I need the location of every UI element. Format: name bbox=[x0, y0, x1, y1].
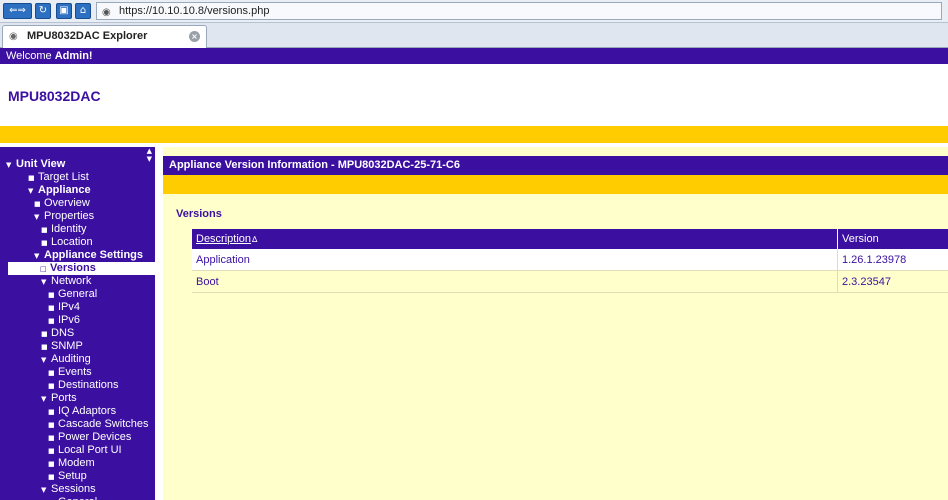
sidebar-item-iq-adaptors[interactable]: ■ IQ Adaptors bbox=[0, 405, 116, 418]
sort-ascending-icon[interactable]: ∆ bbox=[252, 235, 257, 244]
sidebar-item-dns[interactable]: ■ DNS bbox=[0, 327, 74, 340]
sidebar-item-ipv6[interactable]: ■ IPv6 bbox=[0, 314, 80, 327]
tab-close-icon[interactable]: × bbox=[189, 31, 200, 42]
sidebar-item-label: Appliance Settings bbox=[44, 249, 144, 261]
section-title: Versions bbox=[176, 208, 222, 220]
sidebar-item-label: Unit View bbox=[16, 158, 66, 170]
username: Admin! bbox=[54, 50, 93, 62]
favicon-icon: ◉ bbox=[9, 31, 18, 42]
header-band bbox=[0, 126, 948, 143]
table-row: Application 1.26.1.23978 bbox=[192, 249, 948, 271]
version-cell: 2.3.23547 bbox=[837, 270, 948, 293]
sidebar-item-auditing[interactable]: ▼ Auditing bbox=[0, 353, 91, 366]
sidebar-item-label: Identity bbox=[51, 223, 87, 235]
sidebar-item-ipv4[interactable]: ■ IPv4 bbox=[0, 301, 80, 314]
sidebar-item-label: Destinations bbox=[58, 379, 119, 391]
sidebar-item-destinations[interactable]: ■ Destinations bbox=[0, 379, 119, 392]
sidebar-item-label: SNMP bbox=[51, 340, 83, 352]
tab-strip: ◉ MPU8032DAC Explorer [Applianc... × bbox=[0, 23, 948, 63]
table-row: Boot 2.3.23547 bbox=[192, 270, 948, 293]
browser-toolbar: ⇐⇒ ↻ ▣ ⌂ ◉ https://10.10.10.8/versions.p… bbox=[0, 0, 948, 23]
sidebar-item-label: Power Devices bbox=[58, 431, 132, 443]
sidebar-item-events[interactable]: ■ Events bbox=[0, 366, 92, 379]
sidebar-item-appliance-settings[interactable]: ▼ Appliance Settings bbox=[0, 249, 143, 262]
sidebar-item-label: Overview bbox=[44, 197, 90, 209]
sidebar-item-label: Local Port UI bbox=[58, 444, 122, 456]
sidebar-item-label: IPv6 bbox=[58, 314, 81, 326]
sidebar-item-appliance[interactable]: ▼ Appliance bbox=[0, 184, 91, 197]
sidebar-item-label: DNS bbox=[51, 327, 75, 339]
sidebar-item-label: General bbox=[58, 288, 98, 300]
sidebar-item-label: Auditing bbox=[51, 353, 91, 365]
content-band bbox=[163, 175, 948, 194]
description-cell: Boot bbox=[192, 270, 838, 293]
sidebar-item-unit-view[interactable]: ▼ Unit View bbox=[0, 158, 65, 171]
content-header: Appliance Version Information - MPU8032D… bbox=[163, 156, 948, 175]
url-text: https://10.10.10.8/versions.php bbox=[119, 5, 270, 17]
sidebar-item-label: Location bbox=[51, 236, 93, 248]
back-forward-icon[interactable]: ⇐⇒ bbox=[3, 3, 32, 19]
sidebar-item-label: Target List bbox=[38, 171, 89, 183]
sidebar-item-identity[interactable]: ■ Identity bbox=[0, 223, 86, 236]
tabs-icon[interactable]: ▣ bbox=[56, 3, 72, 19]
refresh-icon[interactable]: ↻ bbox=[35, 3, 51, 19]
sidebar-item-label: Versions bbox=[50, 262, 96, 274]
sidebar-nav: ▲ ▼ ▼ Unit View ■ Target List ▼ Appliance ■ Over… bbox=[0, 147, 155, 500]
sidebar-item-local-port-ui[interactable]: ■ Local Port UI bbox=[0, 444, 122, 457]
description-column-header[interactable]: Description∆ bbox=[192, 229, 838, 249]
sidebar-item-general[interactable]: ■General bbox=[0, 496, 97, 500]
sidebar-item-modem[interactable]: ■ Modem bbox=[0, 457, 95, 470]
sidebar-item-power-devices[interactable]: ■ Power Devices bbox=[0, 431, 131, 444]
sidebar-item-label: Modem bbox=[58, 457, 95, 469]
site-info-icon[interactable]: ◉ bbox=[102, 5, 111, 21]
sidebar-item-cascade-switches[interactable]: ■ Cascade Switches bbox=[0, 418, 149, 431]
versions-table: Description∆ Version Application 1.26.1.… bbox=[192, 229, 948, 293]
description-cell: Application bbox=[192, 249, 838, 271]
version-cell: 1.26.1.23978 bbox=[837, 249, 948, 271]
sidebar-item-label: Setup bbox=[58, 470, 87, 482]
sidebar-item-label: Ports bbox=[51, 392, 77, 404]
sidebar-item-location[interactable]: ■ Location bbox=[0, 236, 93, 249]
sidebar-item-label: Properties bbox=[44, 210, 95, 222]
sidebar-item-versions[interactable]: □ Versions bbox=[8, 262, 155, 275]
version-column-header: Version bbox=[837, 229, 948, 249]
sidebar-item-general[interactable]: ■General bbox=[0, 288, 97, 301]
sidebar-item-label: IPv4 bbox=[58, 301, 81, 313]
sidebar-item-target-list[interactable]: ■ Target List bbox=[0, 171, 89, 184]
app-title: MPU8032DAC bbox=[8, 88, 101, 104]
sidebar-item-snmp[interactable]: ■ SNMP bbox=[0, 340, 83, 353]
sidebar-item-label: Network bbox=[51, 275, 92, 287]
description-header-label: Description bbox=[196, 233, 252, 245]
sidebar-item-overview[interactable]: ■ Overview bbox=[0, 197, 90, 210]
sidebar-item-label: Appliance bbox=[38, 184, 91, 196]
content-gutter bbox=[155, 147, 163, 500]
sidebar-item-label: Cascade Switches bbox=[58, 418, 149, 430]
sidebar-item-label: General bbox=[58, 496, 97, 500]
table-header-row: Description∆ Version bbox=[192, 229, 948, 249]
browser-tab[interactable]: ◉ MPU8032DAC Explorer [Applianc... × bbox=[2, 25, 207, 63]
sidebar-item-network[interactable]: ▼ Network bbox=[0, 275, 91, 288]
sidebar-item-label: IQ Adaptors bbox=[58, 405, 117, 417]
sidebar-item-setup[interactable]: ■ Setup bbox=[0, 470, 87, 483]
welcome-bar: Welcome Admin! bbox=[0, 48, 948, 64]
main-content: Appliance Version Information - MPU8032D… bbox=[155, 147, 948, 500]
title-area: MPU8032DAC bbox=[0, 64, 948, 126]
home-icon[interactable]: ⌂ bbox=[75, 3, 91, 19]
address-bar[interactable]: ◉ https://10.10.10.8/versions.php bbox=[96, 2, 942, 20]
collapse-toggle-icon[interactable]: ▲ ▼ bbox=[147, 147, 152, 163]
sidebar-item-label: Sessions bbox=[51, 483, 96, 495]
sidebar-item-sessions[interactable]: ▼ Sessions bbox=[0, 483, 96, 496]
sidebar-item-properties[interactable]: ▼ Properties bbox=[0, 210, 94, 223]
welcome-text: Welcome bbox=[6, 50, 55, 62]
sidebar-item-label: Events bbox=[58, 366, 92, 378]
sidebar-item-ports[interactable]: ▼ Ports bbox=[0, 392, 77, 405]
